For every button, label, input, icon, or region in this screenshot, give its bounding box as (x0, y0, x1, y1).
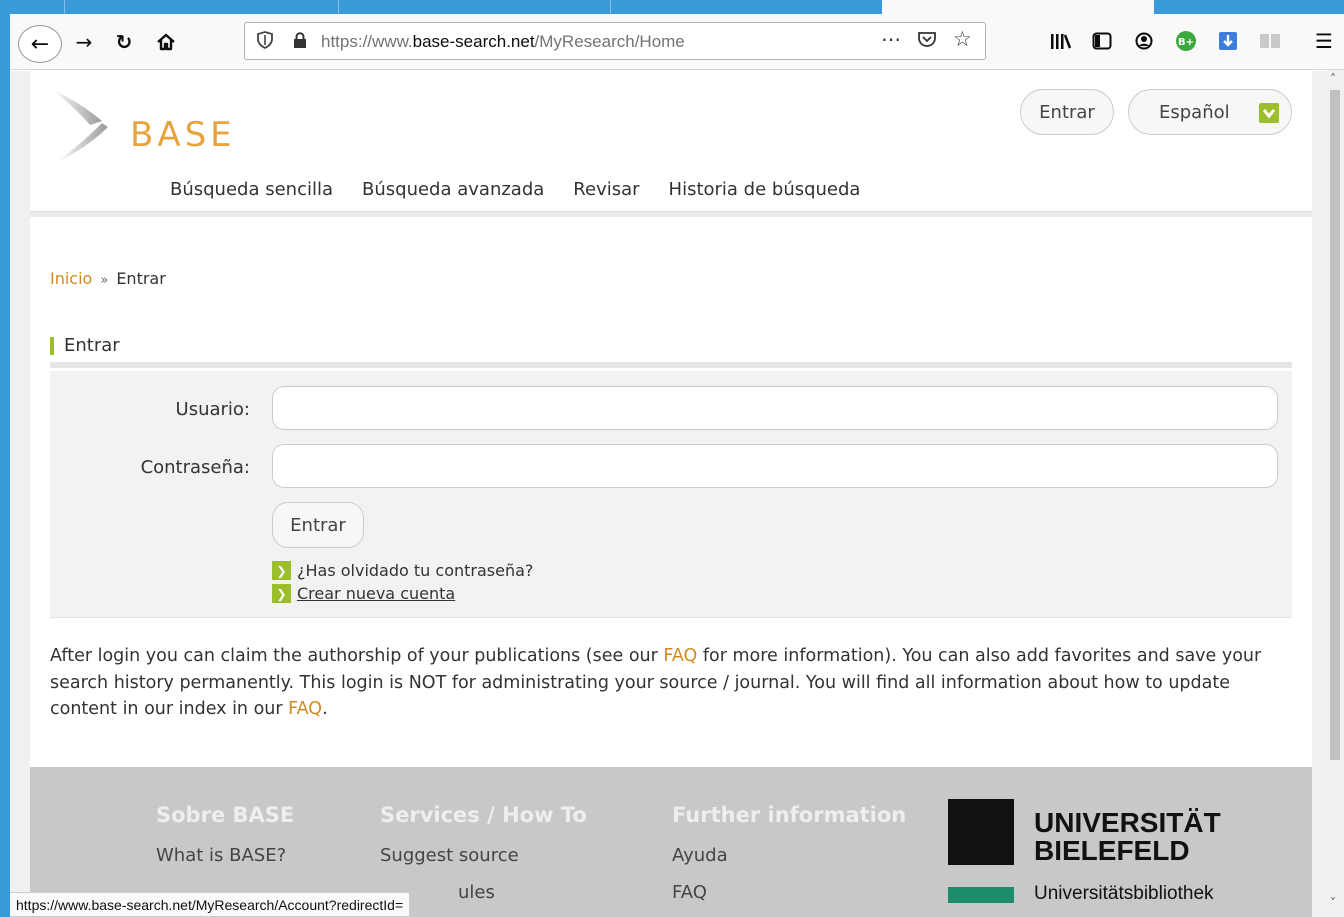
tab-separator (64, 0, 65, 14)
status-bar-url: https://www.base-search.net/MyResearch/A… (10, 892, 411, 917)
tracking-shield-icon[interactable] (257, 31, 273, 53)
account-icon[interactable] (1132, 30, 1156, 52)
forward-arrow-icon[interactable]: → (68, 26, 100, 58)
footer-col-services: Services / How To Suggest source ules (380, 803, 587, 903)
forgot-password-row: ❯ ¿Has olvidado tu contraseña? (272, 561, 533, 580)
breadcrumb-separator: » (100, 273, 109, 288)
footer-heading: Further information (672, 803, 907, 827)
university-library[interactable]: Universitätsbibliothek (1034, 883, 1214, 905)
tab-separator (338, 0, 339, 14)
bookmark-star-icon[interactable]: ☆ (953, 27, 972, 51)
scroll-down-icon[interactable]: ˅ (1330, 896, 1336, 910)
more-actions-icon[interactable]: ⋯ (881, 27, 902, 51)
university-logo-block[interactable] (948, 799, 1014, 865)
footer-link[interactable]: Ayuda (672, 845, 906, 866)
section-divider (50, 362, 1292, 368)
footer-link[interactable]: ules (380, 882, 587, 903)
logo-text: BASE (130, 115, 236, 155)
main-nav: Búsqueda sencilla Búsqueda avanzada Revi… (170, 179, 860, 200)
login-submit-button[interactable]: Entrar (272, 502, 364, 548)
create-account-row: ❯ Crear nueva cuenta (272, 584, 455, 603)
reload-icon[interactable]: ↻ (108, 26, 140, 58)
footer-link[interactable]: FAQ (672, 882, 906, 903)
hamburger-menu-icon[interactable]: ☰ (1312, 29, 1336, 53)
language-selector[interactable]: Español (1128, 89, 1292, 135)
browser-tab-strip (0, 0, 1344, 14)
nav-advanced-search[interactable]: Búsqueda avanzada (362, 179, 544, 200)
footer-heading: Services / How To (380, 803, 587, 827)
footer-link[interactable]: Suggest source (380, 845, 587, 866)
password-input[interactable] (272, 444, 1278, 488)
sidebar-icon[interactable] (1090, 30, 1114, 52)
breadcrumb-home-link[interactable]: Inicio (50, 269, 92, 288)
nav-search-history[interactable]: Historia de búsqueda (669, 179, 861, 200)
university-logo-bar (948, 887, 1014, 903)
login-button[interactable]: Entrar (1020, 89, 1114, 135)
university-name[interactable]: UNIVERSITÄT BIELEFELD (1034, 809, 1221, 865)
active-tab[interactable] (882, 0, 1154, 14)
nav-divider (30, 211, 1312, 217)
pocket-icon[interactable] (917, 29, 937, 54)
chevron-down-icon (1259, 103, 1279, 123)
info-text-part1: After login you can claim the authorship… (50, 646, 664, 666)
home-icon[interactable] (150, 26, 182, 58)
scroll-up-icon[interactable]: ˄ (1330, 72, 1336, 86)
login-section-title: Entrar (50, 337, 120, 355)
footer-col-further: Further information Ayuda FAQ (672, 803, 906, 903)
create-account-link[interactable]: Crear nueva cuenta (297, 584, 455, 603)
lock-icon[interactable] (293, 32, 307, 48)
university-name-line1: UNIVERSITÄT (1034, 807, 1221, 838)
page-viewport: BASE Entrar Español Búsqueda sencilla Bú… (10, 71, 1326, 917)
footer-col-about: Sobre BASE What is BASE? (156, 803, 294, 866)
login-form: Usuario: Contraseña: Entrar ❯ ¿Has olvid… (50, 371, 1292, 618)
breadcrumb: Inicio » Entrar (50, 269, 166, 288)
tab-separator (610, 0, 611, 14)
library-icon[interactable] (1048, 30, 1074, 52)
nav-simple-search[interactable]: Búsqueda sencilla (170, 179, 333, 200)
university-name-line2: BIELEFELD (1034, 835, 1190, 866)
chevron-right-icon: ❯ (272, 561, 291, 580)
logo-swoosh-icon (52, 89, 108, 163)
username-input[interactable] (272, 386, 1278, 430)
password-label: Contraseña: (140, 457, 250, 478)
language-label: Español (1159, 101, 1230, 123)
extension-badge: B+ (1178, 37, 1194, 48)
username-label: Usuario: (175, 399, 250, 420)
faq-link[interactable]: FAQ (663, 646, 697, 666)
window-border (0, 14, 10, 917)
scrollbar-thumb[interactable] (1330, 90, 1340, 760)
reader-icon[interactable] (1258, 30, 1282, 52)
browser-toolbar: ← → ↻ https://www.base-search.net/MyRese… (0, 14, 1344, 70)
faq-link[interactable]: FAQ (288, 699, 322, 719)
nav-browse[interactable]: Revisar (573, 179, 639, 200)
login-info-text: After login you can claim the authorship… (50, 643, 1280, 723)
chevron-right-icon: ❯ (272, 584, 291, 603)
back-arrow-icon[interactable]: ← (18, 25, 62, 63)
url-bar[interactable]: https://www.base-search.net/MyResearch/H… (244, 22, 986, 60)
footer-heading: Sobre BASE (156, 803, 295, 827)
footer-link[interactable]: What is BASE? (156, 845, 294, 866)
extension-icon[interactable]: B+ (1174, 30, 1198, 52)
base-logo[interactable]: BASE (48, 87, 248, 167)
breadcrumb-current: Entrar (116, 269, 166, 288)
page-scrollbar[interactable]: ˄ ˅ (1326, 70, 1344, 917)
info-text-part3: . (322, 699, 328, 719)
page-content: BASE Entrar Español Búsqueda sencilla Bú… (30, 71, 1312, 917)
url-text[interactable]: https://www.base-search.net/MyResearch/H… (321, 32, 685, 52)
download-icon[interactable] (1216, 30, 1240, 52)
forgot-password-link[interactable]: ¿Has olvidado tu contraseña? (297, 561, 533, 580)
